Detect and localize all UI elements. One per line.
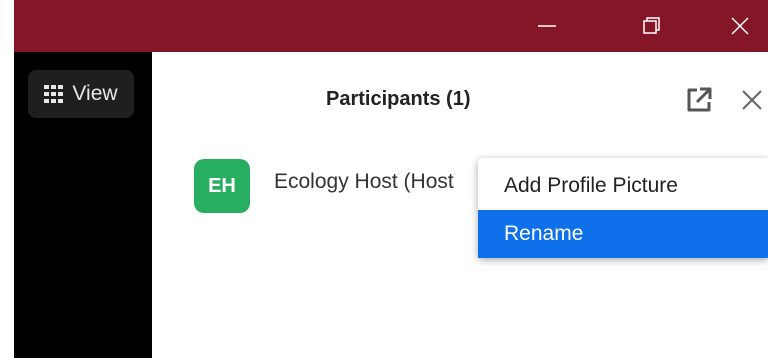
view-label: View [72,82,118,105]
menu-item-add-profile-picture[interactable]: Add Profile Picture [478,162,768,210]
close-panel-button[interactable] [737,85,767,115]
avatar: EH [194,159,250,213]
view-button[interactable]: View [28,70,134,118]
close-icon [731,17,749,35]
restore-button[interactable] [624,0,680,52]
close-window-button[interactable] [712,0,768,52]
title-bar [14,0,768,52]
left-edge [0,0,14,358]
panel-title: Participants (1) [326,88,471,110]
close-icon [742,90,762,110]
minimize-icon [538,25,556,27]
popout-icon [687,87,712,112]
grid-icon [44,85,64,103]
popout-button[interactable] [684,85,714,115]
participant-name[interactable]: Ecology Host (Host [274,170,454,194]
context-menu: Add Profile Picture Rename [478,158,768,258]
restore-icon [643,17,660,34]
avatar-initials: EH [208,174,236,197]
minimize-button[interactable] [519,0,575,52]
menu-item-rename[interactable]: Rename [478,210,768,258]
